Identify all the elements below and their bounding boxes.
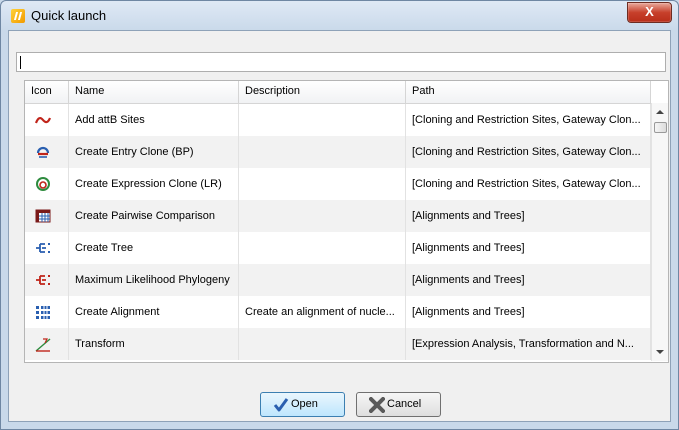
path-cell: [Cloning and Restriction Sites, Gateway …: [406, 136, 651, 168]
table-body: Add attB Sites [Cloning and Restriction …: [25, 104, 651, 360]
open-button-label: Open: [291, 398, 318, 410]
column-header-icon[interactable]: Icon: [25, 81, 69, 103]
transform-icon: [35, 338, 51, 352]
description-cell: [239, 168, 406, 200]
description-cell: [239, 104, 406, 136]
path-cell: [Cloning and Restriction Sites, Gateway …: [406, 104, 651, 136]
name-cell: Create Pairwise Comparison: [69, 200, 239, 232]
checkmark-icon: [273, 398, 289, 412]
column-header-path[interactable]: Path: [406, 81, 651, 103]
description-cell: [239, 136, 406, 168]
name-cell: Transform: [69, 328, 239, 360]
column-header-name[interactable]: Name: [69, 81, 239, 103]
scroll-thumb[interactable]: [654, 122, 667, 133]
icon-cell: [25, 136, 69, 168]
tree-icon: [36, 243, 50, 253]
phylogeny-icon: [36, 275, 50, 285]
open-button[interactable]: Open: [260, 392, 345, 417]
icon-cell: [25, 296, 69, 328]
name-cell: Create Alignment: [69, 296, 239, 328]
expression-clone-icon: [36, 177, 50, 191]
icon-cell: [25, 328, 69, 360]
name-cell: Create Tree: [69, 232, 239, 264]
search-input[interactable]: [16, 52, 666, 72]
app-logo-icon: [11, 9, 25, 23]
description-cell: [239, 200, 406, 232]
cancel-button-label: Cancel: [387, 398, 422, 410]
path-cell: [Alignments and Trees]: [406, 232, 651, 264]
column-header-description[interactable]: Description: [239, 81, 406, 103]
path-cell: [Cloning and Restriction Sites, Gateway …: [406, 168, 651, 200]
description-cell: Create an alignment of nucle...: [239, 296, 406, 328]
vertical-scrollbar[interactable]: [651, 103, 668, 361]
icon-cell: [25, 264, 69, 296]
icon-cell: [25, 104, 69, 136]
icon-cell: [25, 168, 69, 200]
path-cell: [Alignments and Trees]: [406, 296, 651, 328]
table-row[interactable]: Create Entry Clone (BP) [Cloning and Res…: [25, 136, 651, 168]
table-row[interactable]: Transform [Expression Analysis, Transfor…: [25, 328, 651, 360]
table-row[interactable]: Create Tree [Alignments and Trees]: [25, 232, 651, 264]
name-cell: Create Expression Clone (LR): [69, 168, 239, 200]
name-cell: Maximum Likelihood Phylogeny: [69, 264, 239, 296]
table-row[interactable]: Create Alignment Create an alignment of …: [25, 296, 651, 328]
scroll-up-arrow-icon[interactable]: [656, 110, 664, 114]
table-row[interactable]: Maximum Likelihood Phylogeny [Alignments…: [25, 264, 651, 296]
icon-cell: [25, 232, 69, 264]
path-cell: [Expression Analysis, Transformation and…: [406, 328, 651, 360]
tools-table: Icon Name Description Path Add attB Site…: [24, 80, 669, 363]
path-cell: [Alignments and Trees]: [406, 200, 651, 232]
cancel-x-icon: [369, 397, 385, 413]
cancel-button[interactable]: Cancel: [356, 392, 441, 417]
description-cell: [239, 264, 406, 296]
pairwise-comparison-icon: [35, 209, 51, 223]
alignment-icon: [36, 306, 50, 319]
path-cell: [Alignments and Trees]: [406, 264, 651, 296]
table-row[interactable]: Add attB Sites [Cloning and Restriction …: [25, 104, 651, 136]
table-row[interactable]: Create Expression Clone (LR) [Cloning an…: [25, 168, 651, 200]
entry-clone-icon: [36, 146, 50, 158]
description-cell: [239, 328, 406, 360]
scroll-down-arrow-icon[interactable]: [656, 350, 664, 354]
window-title: Quick launch: [31, 8, 107, 23]
icon-cell: [25, 200, 69, 232]
close-button[interactable]: X: [627, 2, 672, 23]
table-row[interactable]: Create Pairwise Comparison [Alignments a…: [25, 200, 651, 232]
text-caret: [20, 56, 21, 69]
table-header: Icon Name Description Path: [25, 81, 651, 104]
attb-sites-icon: [35, 116, 51, 124]
name-cell: Create Entry Clone (BP): [69, 136, 239, 168]
description-cell: [239, 232, 406, 264]
name-cell: Add attB Sites: [69, 104, 239, 136]
title-bar[interactable]: Quick launch X: [1, 1, 678, 31]
